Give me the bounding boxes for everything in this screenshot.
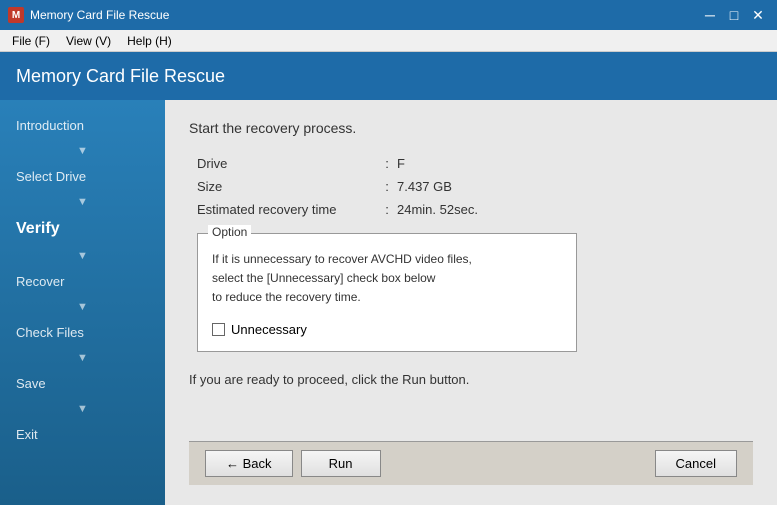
size-row: Size : 7.437 GB <box>197 179 753 194</box>
run-button[interactable]: Run <box>301 450 381 477</box>
option-box: Option If it is unnecessary to recover A… <box>197 233 577 352</box>
drive-colon: : <box>377 156 397 171</box>
estimated-row: Estimated recovery time : 24min. 52sec. <box>197 202 753 217</box>
unnecessary-label: Unnecessary <box>231 322 307 337</box>
arrow-2: ▼ <box>0 194 165 210</box>
option-box-text: If it is unnecessary to recover AVCHD vi… <box>212 250 562 308</box>
bottom-left-buttons: ← Back Run <box>205 450 381 477</box>
minimize-button[interactable]: ─ <box>699 4 721 26</box>
drive-value: F <box>397 156 405 171</box>
estimated-label: Estimated recovery time <box>197 202 377 217</box>
arrow-5: ▼ <box>0 350 165 366</box>
estimated-colon: : <box>377 202 397 217</box>
arrow-3: ▼ <box>0 248 165 264</box>
main-layout: Introduction ▼ Select Drive ▼ Verify ▼ R… <box>0 100 777 505</box>
app-header-title: Memory Card File Rescue <box>16 66 225 87</box>
sidebar-item-check-files[interactable]: Check Files <box>0 315 165 350</box>
option-box-title: Option <box>208 225 251 239</box>
ready-text: If you are ready to proceed, click the R… <box>189 372 753 387</box>
size-value: 7.437 GB <box>397 179 452 194</box>
arrow-1: ▼ <box>0 143 165 159</box>
menu-bar: File (F) View (V) Help (H) <box>0 30 777 52</box>
content-area: Start the recovery process. Drive : F Si… <box>165 100 777 505</box>
arrow-4: ▼ <box>0 299 165 315</box>
title-bar-controls: ─ □ ✕ <box>699 4 769 26</box>
estimated-value: 24min. 52sec. <box>397 202 478 217</box>
cancel-button[interactable]: Cancel <box>655 450 737 477</box>
title-bar: M Memory Card File Rescue ─ □ ✕ <box>0 0 777 30</box>
close-button[interactable]: ✕ <box>747 4 769 26</box>
content-title: Start the recovery process. <box>189 120 753 136</box>
view-menu[interactable]: View (V) <box>58 32 119 50</box>
sidebar-item-save[interactable]: Save <box>0 366 165 401</box>
maximize-button[interactable]: □ <box>723 4 745 26</box>
sidebar-item-verify[interactable]: Verify <box>0 210 165 248</box>
sidebar-item-recover[interactable]: Recover <box>0 264 165 299</box>
info-table: Drive : F Size : 7.437 GB Estimated reco… <box>197 156 753 217</box>
bottom-bar: ← Back Run Cancel <box>189 441 753 485</box>
sidebar-item-exit[interactable]: Exit <box>0 417 165 452</box>
back-button[interactable]: ← Back <box>205 450 293 477</box>
help-menu[interactable]: Help (H) <box>119 32 180 50</box>
app-icon: M <box>8 7 24 23</box>
drive-row: Drive : F <box>197 156 753 171</box>
drive-label: Drive <box>197 156 377 171</box>
sidebar-item-introduction[interactable]: Introduction <box>0 108 165 143</box>
unnecessary-checkbox-row[interactable]: Unnecessary <box>212 322 562 337</box>
file-menu[interactable]: File (F) <box>4 32 58 50</box>
size-label: Size <box>197 179 377 194</box>
title-bar-text: Memory Card File Rescue <box>30 8 693 22</box>
sidebar: Introduction ▼ Select Drive ▼ Verify ▼ R… <box>0 100 165 505</box>
app-header: Memory Card File Rescue <box>0 52 777 100</box>
size-colon: : <box>377 179 397 194</box>
sidebar-item-select-drive[interactable]: Select Drive <box>0 159 165 194</box>
arrow-6: ▼ <box>0 401 165 417</box>
unnecessary-checkbox[interactable] <box>212 323 225 336</box>
